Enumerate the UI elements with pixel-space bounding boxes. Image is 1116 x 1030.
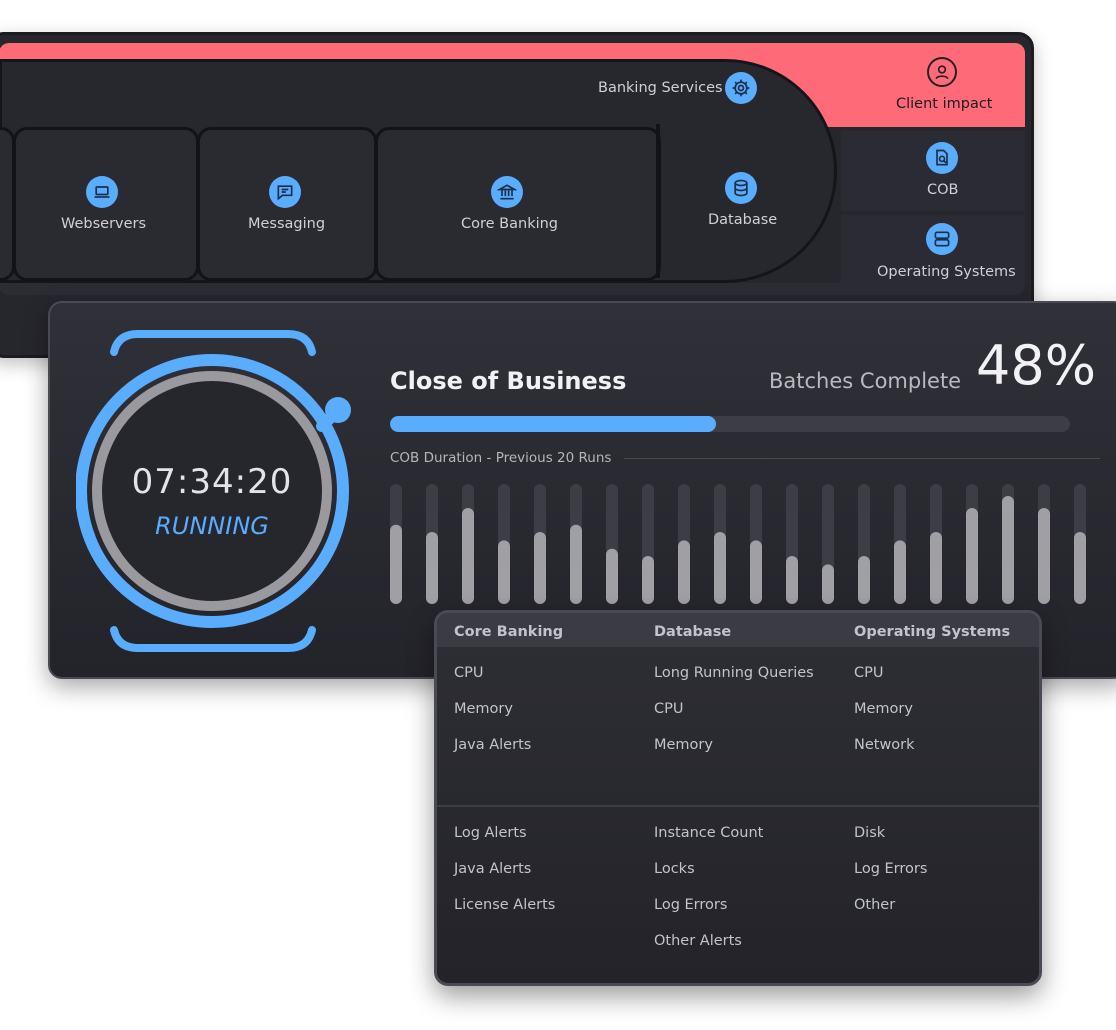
- duration-bar: [822, 564, 834, 604]
- banking-services-label: Banking Services: [598, 80, 723, 96]
- duration-bar: [534, 532, 546, 604]
- client-impact-label: Client impact: [896, 96, 993, 112]
- batches-progress-fill: [390, 416, 717, 432]
- table-column-header: Operating Systems: [854, 624, 1011, 640]
- cob-duration-label: COB Duration - Previous 20 Runs: [390, 450, 612, 466]
- duration-bar: [1074, 532, 1086, 604]
- table-column-header: Core Banking: [454, 624, 564, 640]
- duration-bar: [858, 556, 870, 604]
- table-column-header: Database: [654, 624, 732, 640]
- table-cell[interactable]: Log Alerts: [454, 825, 527, 841]
- batches-complete-value: 48%: [976, 334, 1097, 397]
- table-cell[interactable]: CPU: [454, 665, 483, 681]
- table-cell[interactable]: Locks: [654, 861, 695, 877]
- laptop-icon: [86, 176, 118, 208]
- panel-footer-strip: [0, 283, 1025, 295]
- duration-bar: [714, 532, 726, 604]
- batches-progress-bar: [390, 416, 1070, 432]
- table-cell[interactable]: Instance Count: [654, 825, 763, 841]
- service-tile-core-banking[interactable]: [375, 127, 661, 281]
- service-label-messaging: Messaging: [248, 216, 326, 232]
- service-label-webservers: Webservers: [61, 216, 147, 232]
- table-cell[interactable]: Memory: [454, 701, 513, 717]
- cob-duration-chart: [390, 484, 1086, 604]
- server-icon: [926, 223, 958, 255]
- duration-bar: [678, 540, 690, 604]
- duration-bar: [606, 548, 618, 604]
- cob-status: RUNNING: [155, 512, 269, 540]
- table-cell[interactable]: Memory: [854, 701, 913, 717]
- duration-bar: [390, 524, 402, 604]
- metrics-table-panel: Core Banking Database Operating Systems CPU…: [434, 610, 1042, 986]
- duration-bar: [966, 508, 978, 604]
- batches-complete-label: Batches Complete: [769, 369, 962, 393]
- duration-bar: [750, 540, 762, 604]
- table-cell[interactable]: Log Errors: [854, 861, 927, 877]
- table-cell[interactable]: Other Alerts: [654, 933, 742, 949]
- table-cell[interactable]: CPU: [854, 665, 883, 681]
- duration-bar: [498, 540, 510, 604]
- metrics-table-divider: [437, 805, 1039, 807]
- table-cell[interactable]: License Alerts: [454, 897, 555, 913]
- cob-label: COB: [927, 182, 959, 198]
- document-search-icon: [926, 142, 958, 174]
- chat-icon: [269, 176, 301, 208]
- duration-bar: [786, 556, 798, 604]
- table-cell[interactable]: Java Alerts: [454, 861, 531, 877]
- database-divider: [656, 124, 660, 278]
- table-cell[interactable]: Network: [854, 737, 915, 753]
- table-cell[interactable]: Java Alerts: [454, 737, 531, 753]
- duration-bar: [894, 540, 906, 604]
- duration-bar: [930, 532, 942, 604]
- duration-bar: [642, 556, 654, 604]
- table-cell[interactable]: Log Errors: [654, 897, 727, 913]
- duration-bar: [426, 532, 438, 604]
- table-cell[interactable]: Memory: [654, 737, 713, 753]
- gear-icon[interactable]: [725, 72, 757, 104]
- duration-bar: [1002, 496, 1014, 604]
- service-label-core-banking: Core Banking: [461, 216, 559, 232]
- cob-duration-rule: [624, 458, 1100, 459]
- duration-bar: [570, 524, 582, 604]
- duration-bar: [1038, 508, 1050, 604]
- table-cell[interactable]: Other: [854, 897, 895, 913]
- table-cell[interactable]: Disk: [854, 825, 885, 841]
- cob-timer: 07:34:20: [131, 462, 293, 502]
- database-icon: [725, 172, 757, 204]
- duration-bar: [462, 508, 474, 604]
- bank-icon: [491, 176, 523, 208]
- service-label-database: Database: [708, 212, 778, 228]
- table-cell[interactable]: Long Running Queries: [654, 665, 814, 681]
- user-circle-icon: [927, 57, 957, 87]
- cob-title: Close of Business: [390, 367, 627, 395]
- operating-systems-label: Operating Systems: [877, 264, 1016, 280]
- table-cell[interactable]: CPU: [654, 701, 683, 717]
